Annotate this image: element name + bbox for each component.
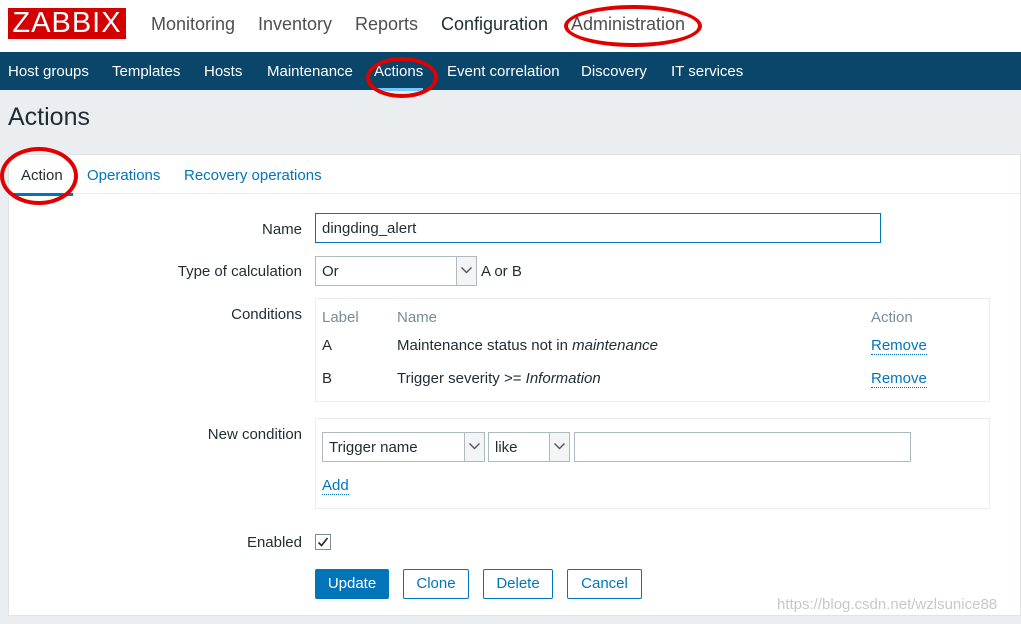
sub-nav-discovery[interactable]: Discovery [581,63,647,80]
sub-nav-maintenance[interactable]: Maintenance [267,63,353,80]
conditions-label: Conditions [231,306,302,323]
enabled-checkbox[interactable] [315,534,331,550]
remove-condition-a-link[interactable]: Remove [871,337,927,355]
clone-button[interactable]: Clone [403,569,469,599]
condition-name-value: Information [525,370,601,387]
sub-nav-it-services[interactable]: IT services [671,63,743,80]
tab-action[interactable]: Action [11,167,73,196]
condition-name-value: maintenance [572,337,659,354]
cancel-button[interactable]: Cancel [567,569,642,599]
sub-nav-templates[interactable]: Templates [112,63,180,80]
main-menu-configuration[interactable]: Configuration [441,14,548,35]
chevron-down-icon [456,257,476,285]
condition-type-value: Trigger name [329,439,418,456]
sub-nav: Host groups Templates Hosts Maintenance … [0,52,1021,91]
update-button[interactable]: Update [315,569,389,599]
condition-name-b: Trigger severity >= Information [397,370,601,387]
watermark: https://blog.csdn.net/wzlsunice88 [777,596,998,613]
calc-type-select[interactable]: Or [315,256,477,286]
calc-type-value: Or [322,263,339,280]
condition-type-select[interactable]: Trigger name [322,432,485,462]
conditions-header-action: Action [871,309,913,326]
condition-operator-value: like [495,439,518,456]
new-condition-box: Trigger name like Add [315,418,990,509]
sub-nav-hosts[interactable]: Hosts [204,63,242,80]
condition-name-a: Maintenance status not in maintenance [397,337,658,354]
condition-name-text: Trigger severity >= [397,370,526,387]
tab-recovery-operations[interactable]: Recovery operations [184,167,322,184]
sub-nav-actions[interactable]: Actions [374,63,424,91]
chevron-down-icon [464,433,484,461]
zabbix-logo[interactable]: ZABBIX [8,8,126,39]
conditions-table: Label Name Action A Maintenance status n… [315,298,990,402]
name-input[interactable] [315,213,881,243]
main-menu-inventory[interactable]: Inventory [258,14,332,35]
condition-value-input[interactable] [574,432,911,462]
new-condition-label: New condition [207,426,302,443]
main-menu-administration[interactable]: Administration [571,14,685,35]
condition-label-b: B [322,370,333,387]
enabled-label: Enabled [246,534,302,551]
conditions-header-label: Label [322,309,359,326]
top-header: ZABBIX Monitoring Inventory Reports Conf… [0,0,1021,52]
condition-operator-select[interactable]: like [488,432,570,462]
chevron-down-icon [549,433,569,461]
calc-formula: A or B [481,263,522,280]
sub-nav-host-groups[interactable]: Host groups [8,63,89,80]
condition-label-a: A [322,337,333,354]
action-form-panel: Action Operations Recovery operations Na… [8,154,1021,616]
main-menu-monitoring[interactable]: Monitoring [151,14,235,35]
page-title: Actions [8,103,90,131]
conditions-header-name: Name [397,309,438,326]
tab-bar: Action Operations Recovery operations [9,155,1020,196]
sub-nav-event-correlation[interactable]: Event correlation [447,63,560,80]
delete-button[interactable]: Delete [483,569,553,599]
remove-condition-b-link[interactable]: Remove [871,370,927,388]
main-menu-reports[interactable]: Reports [355,14,418,35]
add-condition-link[interactable]: Add [322,477,349,495]
calc-type-label: Type of calculation [177,263,302,280]
name-label: Name [261,221,302,238]
checkmark-icon [317,537,329,547]
tab-operations[interactable]: Operations [87,167,160,184]
condition-name-text: Maintenance status not in [397,337,573,354]
